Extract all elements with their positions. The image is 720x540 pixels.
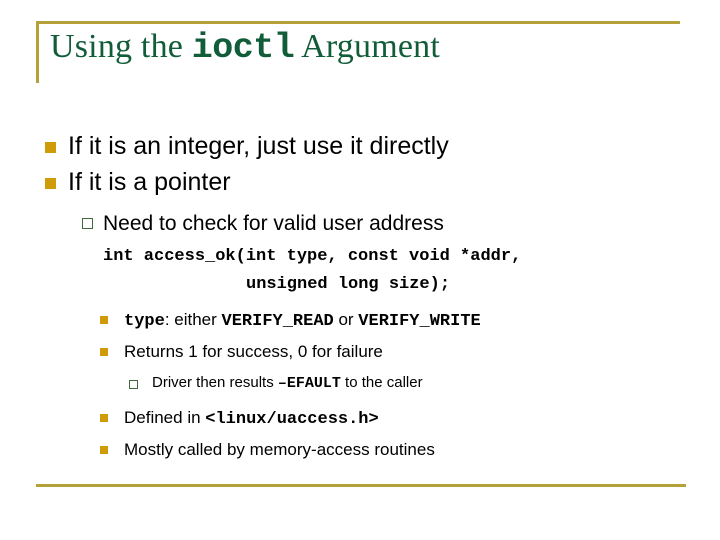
square-bullet-icon [100,316,108,324]
code-signature-line-1: int access_ok(int type, const void *addr… [0,245,720,269]
hollow-square-bullet-icon [82,218,93,229]
left-gold-rule [36,21,39,83]
bullet-label: Returns 1 for success, 0 for failure [124,342,383,361]
bullet-label: : either [164,310,222,329]
code-signature-line-2: unsigned long size); [0,273,720,297]
bullet-label: If it is a pointer [68,168,231,196]
bullet-item-returns: Returns 1 for success, 0 for failure [0,338,720,365]
code-efault: –EFAULT [277,375,341,392]
bullet-label: If it is an integer, just use it directl… [68,132,449,160]
slide: Using the ioctl Argument If it is an int… [0,0,720,540]
square-bullet-icon [100,414,108,422]
title-text-prefix: Using the [50,28,192,65]
code-text: unsigned long size); [246,275,451,294]
title-text-suffix: Argument [294,28,440,65]
bullet-label: Defined in [124,408,206,427]
code-type: type [124,312,165,331]
bullet-item-mostly-called: Mostly called by memory-access routines [0,436,720,463]
bullet-label: Driver then results [152,374,278,391]
code-verify-read: VERIFY_READ [221,312,334,331]
bottom-gold-rule [36,484,686,487]
title-code-ioctl: ioctl [191,28,295,68]
bullet-label: Mostly called by memory-access routines [124,440,435,459]
code-verify-write: VERIFY_WRITE [358,312,481,331]
slide-body: If it is an integer, just use it directl… [0,128,720,463]
code-header-path: <linux/uaccess.h> [205,410,379,429]
bullet-item-driver-efault: Driver then results –EFAULT to the calle… [0,371,720,395]
square-bullet-icon [100,348,108,356]
bullet-label-or: or [333,310,359,329]
bullet-item-defined-in: Defined in <linux/uaccess.h> [0,404,720,431]
top-gold-rule [36,21,680,24]
bullet-item-type-values: type: either VERIFY_READ or VERIFY_WRITE [0,306,720,333]
square-bullet-icon [45,178,56,189]
bullet-item-pointer: If it is a pointer [0,164,720,200]
square-bullet-icon [45,142,56,153]
hollow-square-bullet-icon [129,380,138,389]
bullet-label-suffix: to the caller [340,374,423,391]
square-bullet-icon [100,446,108,454]
slide-title: Using the ioctl Argument [50,27,440,68]
bullet-item-need-check: Need to check for valid user address [0,208,720,239]
bullet-label: Need to check for valid user address [103,212,444,235]
code-text: int access_ok(int type, const void *addr… [103,247,522,266]
bullet-item-integer: If it is an integer, just use it directl… [0,128,720,164]
